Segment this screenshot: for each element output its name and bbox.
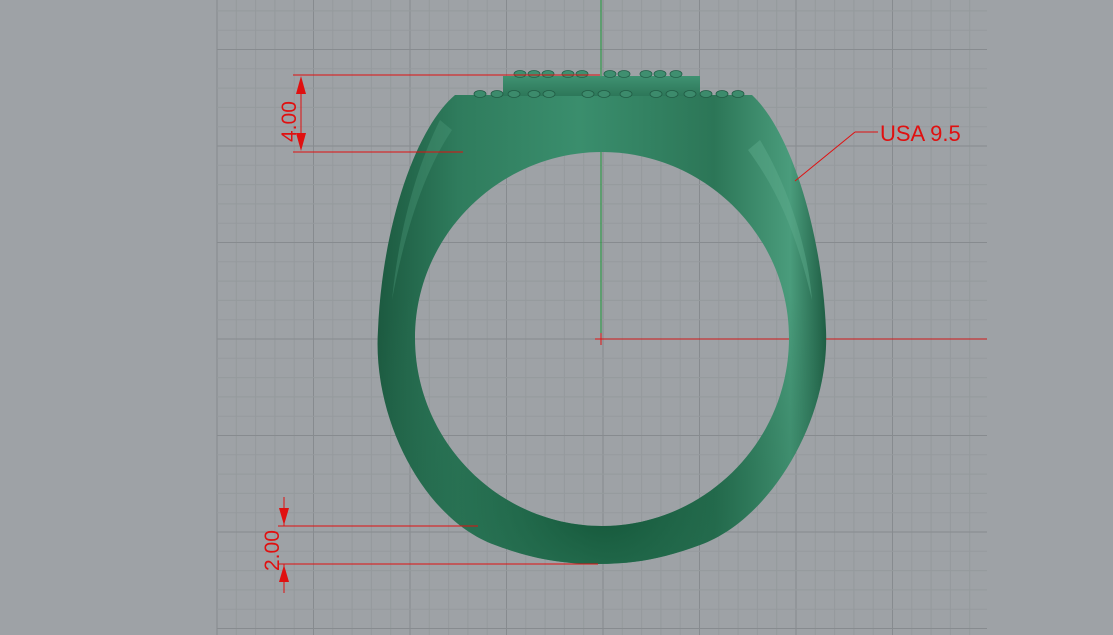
- stone-bead: [490, 90, 504, 98]
- top-thickness-label: 4.00: [278, 101, 301, 142]
- stone-bead: [541, 70, 555, 78]
- stone-bead: [581, 90, 595, 98]
- bottom-thickness-label: 2.00: [261, 530, 284, 571]
- stone-bead: [715, 90, 729, 98]
- stone-bead: [561, 70, 575, 78]
- stone-bead: [473, 90, 487, 98]
- stone-bead: [699, 90, 713, 98]
- stone-bead: [669, 70, 683, 78]
- stone-bead: [653, 70, 667, 78]
- stone-bead: [597, 90, 611, 98]
- stone-bead: [507, 90, 521, 98]
- viewport-canvas[interactable]: 4.00 2.00 USA 9.5: [0, 0, 1113, 635]
- ring-size-label: USA 9.5: [880, 121, 961, 146]
- stone-bead: [527, 70, 541, 78]
- stone-bead: [527, 90, 541, 98]
- ring-size-leader[interactable]: USA 9.5: [794, 121, 961, 182]
- origin-marker: [595, 333, 607, 345]
- ring-model[interactable]: [377, 70, 827, 565]
- stone-bead: [542, 90, 556, 98]
- stone-bead: [639, 70, 653, 78]
- stone-bead: [617, 70, 631, 78]
- stone-bead: [575, 70, 589, 78]
- cad-viewport[interactable]: 4.00 2.00 USA 9.5: [0, 0, 1113, 635]
- stone-bead: [665, 90, 679, 98]
- stone-bead: [731, 90, 745, 98]
- stone-bead: [603, 70, 617, 78]
- stone-bead: [513, 70, 527, 78]
- stone-bead: [649, 90, 663, 98]
- stone-bead: [619, 90, 633, 98]
- stone-bead: [683, 90, 697, 98]
